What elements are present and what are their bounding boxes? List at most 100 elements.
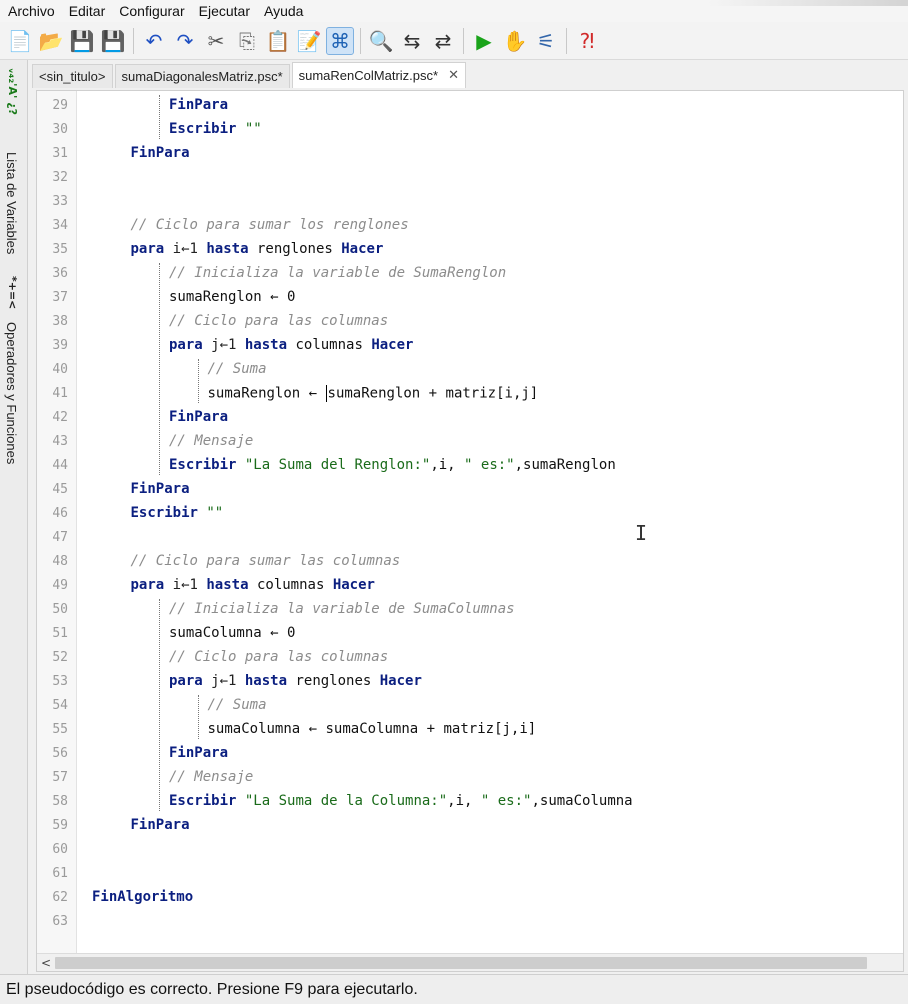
code-line[interactable]: 49 para i←1 hasta columnas Hacer (37, 573, 903, 597)
help-icon[interactable]: ⁈ (573, 27, 601, 55)
code-line[interactable]: 51 sumaColumna ← 0 (37, 621, 903, 645)
toolbar: 📄 📂 💾 💾 ↶ ↷ ✂ ⎘ 📋 📝 ⌘ 🔍 ⇆ ⇄ ▶ ✋ ⚟ ⁈ (0, 22, 908, 60)
code-line[interactable]: 43 // Mensaje (37, 429, 903, 453)
code-token: FinPara (130, 817, 190, 833)
code-token: "" (206, 505, 224, 521)
code-text: FinPara (131, 817, 190, 833)
code-token: sumaRenglon + matriz[i,j] (327, 385, 539, 401)
code-line[interactable]: 60 (37, 837, 903, 861)
code-text: FinPara (169, 97, 228, 113)
code-line[interactable]: 36 // Inicializa la variable de SumaRengl… (37, 261, 903, 285)
new-file-icon[interactable]: 📄 (6, 27, 34, 55)
code-token: Hacer (371, 337, 414, 353)
file-tab-label: sumaDiagonalesMatriz.psc* (121, 69, 283, 84)
code-line[interactable]: 50 // Inicializa la variable de SumaColum… (37, 597, 903, 621)
code-text: // Mensaje (169, 433, 253, 449)
flowchart-icon[interactable]: ⚟ (532, 27, 560, 55)
code-line[interactable]: 58 Escribir "La Suma de la Columna:",i, "… (37, 789, 903, 813)
code-line[interactable]: 55 sumaColumna ← sumaColumna + matriz[j,i… (37, 717, 903, 741)
code-token: // Ciclo para las columnas (169, 649, 389, 665)
save-as-icon[interactable]: 💾 (99, 27, 127, 55)
file-tab[interactable]: sumaDiagonalesMatriz.psc* (114, 64, 290, 88)
open-folder-icon[interactable]: 📂 (37, 27, 65, 55)
code-line[interactable]: 38 // Ciclo para las columnas (37, 309, 903, 333)
code-text: // Inicializa la variable de SumaRenglon (169, 265, 506, 281)
code-line[interactable]: 42 FinPara (37, 405, 903, 429)
file-tab[interactable]: <sin_titulo> (32, 64, 113, 88)
line-number: 44 (52, 457, 68, 473)
code-line[interactable]: 31 FinPara (37, 141, 903, 165)
undo-icon[interactable]: ↶ (140, 27, 168, 55)
line-number: 51 (52, 625, 68, 641)
redo-icon[interactable]: ↷ (171, 27, 199, 55)
horizontal-scrollbar[interactable]: < (37, 953, 903, 971)
code-token: i←1 (164, 577, 207, 593)
code-line[interactable]: 59 FinPara (37, 813, 903, 837)
code-token: para (169, 337, 203, 353)
autocomplete-icon[interactable]: ⌘ (326, 26, 354, 55)
code-line[interactable]: 61 (37, 861, 903, 885)
menu-ejecutar[interactable]: Ejecutar (199, 3, 250, 19)
code-token: ,sumaRenglon (514, 457, 616, 473)
paste-icon[interactable]: 📋 (264, 27, 292, 55)
scrollbar-thumb[interactable] (55, 957, 867, 969)
code-text: // Ciclo para las columnas (169, 649, 388, 665)
code-line[interactable]: 44 Escribir "La Suma del Renglon:",i, " e… (37, 453, 903, 477)
indent-guide (159, 95, 160, 139)
code-line[interactable]: 32 (37, 165, 903, 189)
code-editor[interactable]: 29 FinPara 30 Escribir "" 31 FinPara 32 33 34 // … (36, 90, 904, 972)
code-token: Hacer (379, 673, 422, 689)
code-token: FinAlgoritmo (92, 889, 194, 905)
find-next-icon[interactable]: ⇆ (398, 27, 426, 55)
code-line[interactable]: 52 // Ciclo para las columnas (37, 645, 903, 669)
run-icon[interactable]: ▶ (470, 27, 498, 55)
code-line[interactable]: 62 FinAlgoritmo (37, 885, 903, 909)
code-line[interactable]: 37 sumaRenglon ← 0 (37, 285, 903, 309)
code-line[interactable]: 29 FinPara (37, 93, 903, 117)
edit-icon[interactable]: 📝 (295, 27, 323, 55)
scroll-left-icon[interactable]: < (39, 954, 53, 971)
code-line[interactable]: 33 (37, 189, 903, 213)
replace-icon[interactable]: ⇄ (429, 27, 457, 55)
code-token: Hacer (332, 577, 375, 593)
code-line[interactable]: 41 sumaRenglon ← sumaRenglon + matriz[i,j… (37, 381, 903, 405)
step-icon[interactable]: ✋ (501, 27, 529, 55)
code-line[interactable]: 30 Escribir "" (37, 117, 903, 141)
save-icon[interactable]: 💾 (68, 27, 96, 55)
code-token: // Mensaje (169, 433, 254, 449)
menu-ayuda[interactable]: Ayuda (264, 3, 303, 19)
code-token: Hacer (341, 241, 384, 257)
code-line[interactable]: 53 para j←1 hasta renglones Hacer (37, 669, 903, 693)
code-line[interactable]: 46 Escribir "" (37, 501, 903, 525)
line-number: 48 (52, 553, 68, 569)
close-tab-icon[interactable]: ✕ (448, 68, 459, 83)
code-line[interactable]: 48 // Ciclo para sumar las columnas (37, 549, 903, 573)
code-token: // Suma (207, 697, 267, 713)
code-token: FinPara (169, 745, 229, 761)
code-token: sumaColumna ← sumaColumna + matriz[j,i] (207, 721, 537, 737)
code-line[interactable]: 40 // Suma (37, 357, 903, 381)
menu-bar: Archivo Editar Configurar Ejecutar Ayuda (0, 0, 908, 22)
copy-icon[interactable]: ⎘ (233, 27, 261, 55)
code-line[interactable]: 57 // Mensaje (37, 765, 903, 789)
code-line[interactable]: 34 // Ciclo para sumar los renglones (37, 213, 903, 237)
file-tab[interactable]: sumaRenColMatriz.psc* ✕ (291, 62, 466, 88)
code-token: hasta (206, 241, 249, 257)
menu-configurar[interactable]: Configurar (119, 3, 184, 19)
code-line[interactable]: 45 FinPara (37, 477, 903, 501)
cut-icon[interactable]: ✂ (202, 27, 230, 55)
find-icon[interactable]: 🔍 (367, 27, 395, 55)
code-line[interactable]: 56 FinPara (37, 741, 903, 765)
code-token: para (130, 241, 165, 257)
side-tab-operators[interactable]: Operadores y Funciones (4, 322, 19, 464)
code-line[interactable]: 35 para i←1 hasta renglones Hacer (37, 237, 903, 261)
code-token: Escribir (169, 457, 237, 473)
code-line[interactable]: 63 (37, 909, 903, 933)
menu-archivo[interactable]: Archivo (8, 3, 55, 19)
code-line[interactable]: 39 para j←1 hasta columnas Hacer (37, 333, 903, 357)
code-token: ,i, (447, 793, 481, 809)
side-tab-variables[interactable]: Lista de Variables (4, 152, 19, 254)
code-line[interactable]: 47 (37, 525, 903, 549)
menu-editar[interactable]: Editar (69, 3, 106, 19)
code-line[interactable]: 54 // Suma (37, 693, 903, 717)
